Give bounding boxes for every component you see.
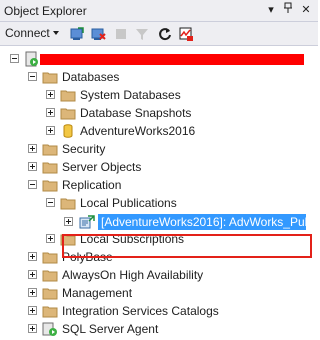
connect-object-explorer-icon[interactable] <box>69 26 85 42</box>
tree-node-label: System Databases <box>80 88 181 102</box>
toolbar: Connect <box>0 22 318 46</box>
object-explorer-tree: Databases System Databases Database Snap… <box>0 46 318 338</box>
folder-icon <box>42 249 58 265</box>
tree-node-label: [AdventureWorks2016]: AdvWorks_Pub <box>101 215 312 229</box>
tree-node-databases[interactable]: Databases <box>0 68 318 86</box>
expand-toggle[interactable] <box>28 252 37 261</box>
tree-node-label: Integration Services Catalogs <box>62 304 219 318</box>
expand-toggle[interactable] <box>28 324 37 333</box>
connect-label: Connect <box>5 26 50 40</box>
activity-monitor-icon[interactable] <box>178 26 194 42</box>
tree-node-label: Management <box>62 286 133 300</box>
folder-icon <box>42 267 58 283</box>
title-bar: Object Explorer ▾ ✕ <box>0 0 318 22</box>
panel-title: Object Explorer <box>4 4 87 18</box>
collapse-toggle[interactable] <box>28 72 37 81</box>
tree-node-server-objects[interactable]: Server Objects <box>0 158 318 176</box>
tree-node-label: AdventureWorks2016 <box>80 124 196 138</box>
tree-node-server[interactable] <box>0 50 318 68</box>
tree-node-label: Replication <box>62 178 122 192</box>
collapse-toggle[interactable] <box>28 180 37 189</box>
tree-node-replication[interactable]: Replication <box>0 176 318 194</box>
highlight-annotation-box <box>62 234 312 258</box>
expand-toggle[interactable] <box>28 162 37 171</box>
chevron-down-icon <box>52 31 59 35</box>
tree-node-adventureworks2016[interactable]: AdventureWorks2016 <box>0 122 318 140</box>
expand-toggle[interactable] <box>46 108 55 117</box>
pin-icon[interactable] <box>280 2 296 18</box>
filter-icon[interactable] <box>134 26 150 42</box>
tree-node-label: Server Objects <box>62 160 142 174</box>
expand-toggle[interactable] <box>28 270 37 279</box>
tree-node-alwayson[interactable]: AlwaysOn High Availability <box>0 266 318 284</box>
database-icon <box>60 123 76 139</box>
close-icon[interactable]: ✕ <box>298 2 314 18</box>
server-icon <box>24 51 40 67</box>
tree-node-security[interactable]: Security <box>0 140 318 158</box>
tree-node-management[interactable]: Management <box>0 284 318 302</box>
expand-toggle[interactable] <box>46 90 55 99</box>
folder-icon <box>42 285 58 301</box>
folder-icon <box>42 159 58 175</box>
expand-toggle[interactable] <box>28 288 37 297</box>
folder-icon <box>42 177 58 193</box>
folder-icon <box>42 141 58 157</box>
disconnect-icon[interactable] <box>90 26 106 42</box>
tree-node-sql-server-agent[interactable]: SQL Server Agent <box>0 320 318 338</box>
folder-icon <box>60 195 76 211</box>
refresh-icon[interactable] <box>157 26 173 42</box>
tree-node-label: Local Publications <box>80 196 177 210</box>
tree-node-label: AlwaysOn High Availability <box>62 268 204 282</box>
folder-icon <box>60 87 76 103</box>
tree-node-integration-services[interactable]: Integration Services Catalogs <box>0 302 318 320</box>
tree-node-label: Databases <box>62 70 120 84</box>
redacted-server-name <box>40 54 304 65</box>
tree-node-local-publications[interactable]: Local Publications <box>0 194 318 212</box>
expand-toggle[interactable] <box>28 144 37 153</box>
expand-toggle[interactable] <box>64 217 73 226</box>
expand-toggle[interactable] <box>46 126 55 135</box>
stop-icon[interactable] <box>113 26 129 42</box>
tree-node-label: SQL Server Agent <box>62 322 159 336</box>
folder-icon <box>42 303 58 319</box>
connect-button[interactable]: Connect <box>5 26 59 40</box>
sql-agent-icon <box>42 321 58 337</box>
tree-node-label: Security <box>62 142 106 156</box>
folder-icon <box>42 69 58 85</box>
collapse-toggle[interactable] <box>10 54 19 63</box>
tree-node-publication-selected[interactable]: [AdventureWorks2016]: AdvWorks_Pub <box>0 213 318 231</box>
expand-toggle[interactable] <box>46 234 55 243</box>
dropdown-arrow-icon[interactable]: ▾ <box>263 2 279 18</box>
tree-node-system-databases[interactable]: System Databases <box>0 86 318 104</box>
expand-toggle[interactable] <box>28 306 37 315</box>
tree-node-label: Database Snapshots <box>80 106 192 120</box>
folder-icon <box>60 105 76 121</box>
tree-node-database-snapshots[interactable]: Database Snapshots <box>0 104 318 122</box>
publication-icon <box>79 214 95 230</box>
collapse-toggle[interactable] <box>46 198 55 207</box>
